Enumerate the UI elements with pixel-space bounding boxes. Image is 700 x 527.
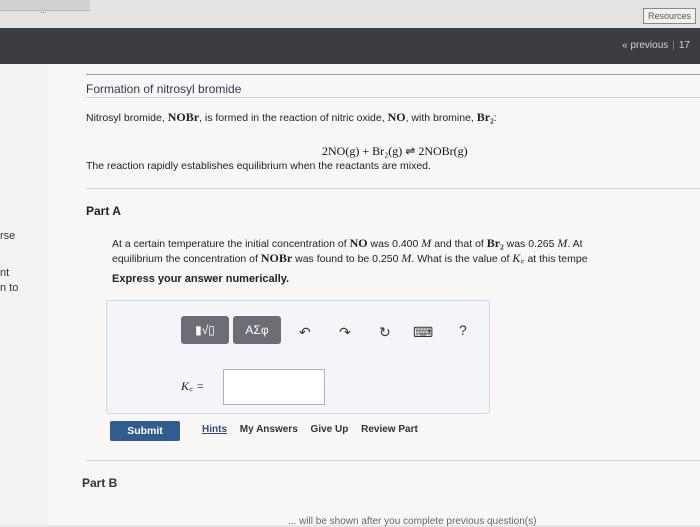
give-up-link[interactable]: Give Up [311, 424, 349, 435]
answer-links: Hints My Answers Give Up Review Part [202, 424, 428, 435]
question-line-2: equilibrium the concentration of NOBr wa… [112, 251, 700, 266]
resources-button[interactable]: Resources [642, 8, 696, 24]
page-number[interactable]: 17 [679, 40, 690, 51]
question-line-1: At a certain temperature the initial con… [112, 236, 700, 251]
formula-no: NO [387, 110, 406, 124]
previous-link[interactable]: « previous [622, 40, 668, 51]
reaction-description: The reaction rapidly establishes equilib… [86, 160, 431, 172]
reaction-equation: 2NO(g) + Br₂(g) ⇌ 2NOBr(g) [322, 144, 468, 158]
templates-button[interactable]: ▮√▯ [181, 316, 229, 344]
pagination: « previous | 17 [622, 40, 690, 51]
question-text: at this tempe [527, 253, 588, 265]
top-bar: ... Resources [0, 0, 700, 29]
help-icon[interactable]: ? [459, 322, 467, 338]
sidebar-item-1[interactable]: rse [0, 230, 15, 242]
problem-intro: Nitrosyl bromide, NOBr, is formed in the… [86, 110, 497, 125]
browser-tab[interactable]: ... [0, 0, 90, 15]
submit-button[interactable]: Submit [110, 421, 180, 441]
header-bar [0, 28, 700, 64]
keyboard-icon[interactable]: ⌨ [413, 324, 433, 341]
problem-title: Formation of nitrosyl bromide [86, 82, 242, 96]
intro-text: , with bromine, [405, 112, 474, 124]
sidebar-item-3[interactable]: n to [0, 282, 18, 294]
intro-text: , is formed in the reaction of nitric ox… [199, 112, 385, 124]
symbol-kc: K꜀ [512, 251, 525, 265]
part-a-question: At a certain temperature the initial con… [112, 236, 700, 266]
unit-molar: M [557, 236, 568, 250]
redo-icon[interactable]: ↷ [339, 324, 351, 341]
title-divider [86, 97, 700, 98]
kc-answer-input[interactable] [223, 369, 325, 405]
formula-br2: Br₂ [486, 236, 504, 250]
unit-molar: M [421, 236, 432, 250]
question-text: was found to be 0.250 [295, 253, 399, 265]
problem-content: Formation of nitrosyl bromide Nitrosyl b… [48, 64, 700, 527]
question-text: was 0.265 [506, 238, 555, 250]
question-text: equilibrium the concentration of [112, 253, 258, 265]
reset-icon[interactable]: ↻ [379, 324, 391, 341]
unit-molar: M [401, 251, 412, 265]
section-divider [86, 188, 700, 189]
question-text: At a certain temperature the initial con… [112, 238, 347, 250]
part-a-heading[interactable]: Part A [86, 204, 121, 218]
question-text: was 0.400 [370, 238, 419, 250]
locked-part-notice: ... will be shown after you complete pre… [288, 516, 537, 527]
formula-no: NO [349, 236, 368, 250]
formula-br2: Br₂ [476, 110, 494, 124]
sidebar-item-2[interactable]: nt [0, 267, 9, 279]
question-text: and that of [434, 238, 484, 250]
left-sidebar: rse nt n to [0, 64, 49, 525]
title-rule [86, 74, 700, 75]
question-text: . What is the value of [411, 253, 510, 265]
symbols-icon: ΑΣφ [245, 323, 269, 337]
answer-panel: ▮√▯ ΑΣφ ↶ ↷ ↻ ⌨ ? K꜀ = [106, 300, 490, 414]
formula-nobr: NOBr [167, 110, 200, 124]
templates-icon: ▮√▯ [195, 323, 215, 337]
intro-text: : [493, 112, 497, 124]
nav-separator: | [672, 40, 675, 51]
symbols-button[interactable]: ΑΣφ [233, 316, 281, 344]
part-b-heading[interactable]: Part B [82, 476, 117, 490]
my-answers-link[interactable]: My Answers [240, 424, 298, 435]
intro-text: Nitrosyl bromide, [86, 112, 165, 124]
kc-label: K꜀ = [181, 379, 205, 393]
hints-link[interactable]: Hints [202, 424, 227, 435]
answer-instruction: Express your answer numerically. [112, 273, 290, 285]
section-divider [86, 460, 700, 461]
review-part-link[interactable]: Review Part [361, 424, 418, 435]
formula-nobr: NOBr [260, 251, 293, 265]
question-text: . At [567, 238, 583, 250]
undo-icon[interactable]: ↶ [299, 324, 311, 341]
browser-tab-label: ... [40, 6, 47, 15]
